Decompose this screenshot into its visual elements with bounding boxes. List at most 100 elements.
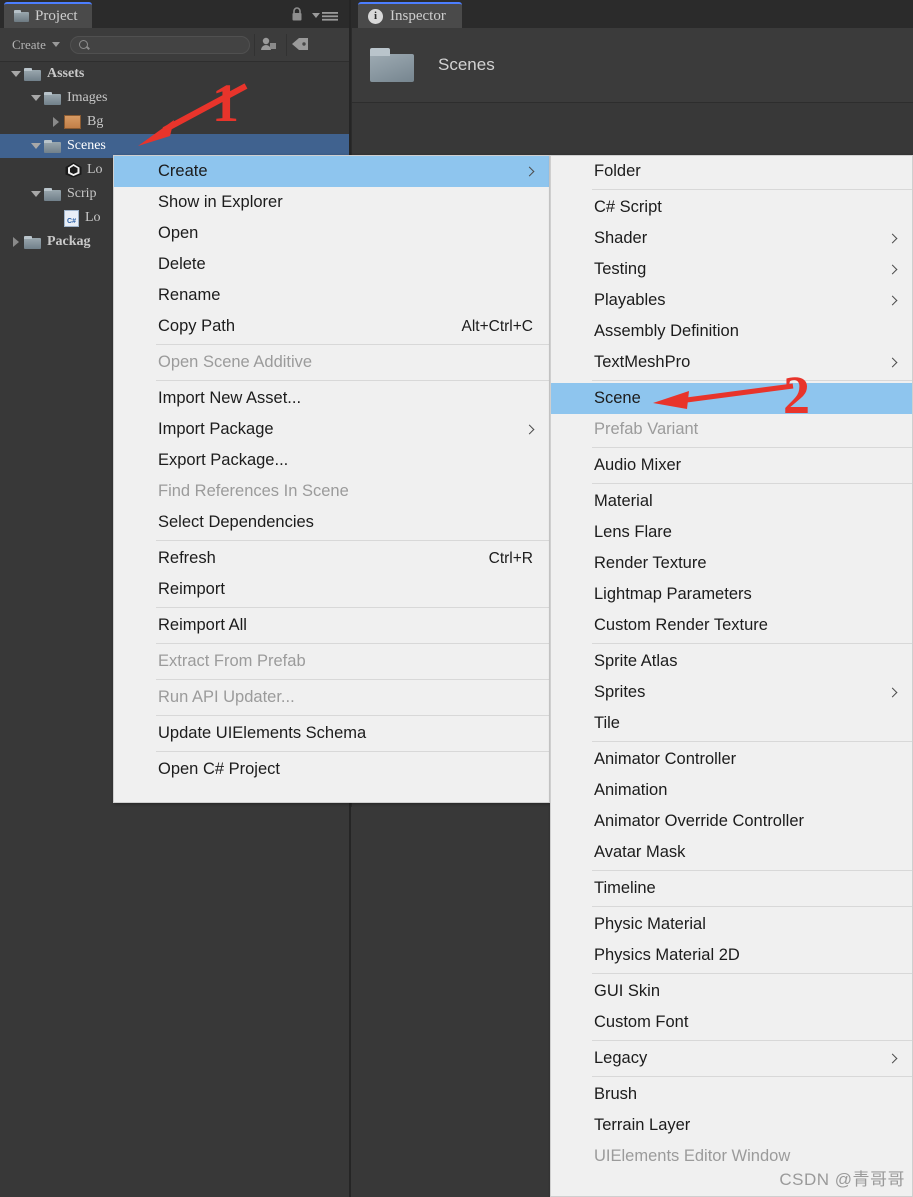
chevron-down-icon — [51, 42, 60, 47]
menu-separator — [592, 1076, 912, 1077]
inspector-asset-name: Scenes — [438, 55, 495, 74]
submenu-item-prefab-variant: Prefab Variant — [551, 414, 912, 445]
menu-item-rename[interactable]: Rename — [114, 280, 549, 311]
create-button[interactable]: Create — [12, 35, 60, 55]
lock-icon[interactable] — [290, 6, 304, 22]
tab-project[interactable]: Project — [4, 2, 92, 28]
submenu-item-c-script[interactable]: C# Script — [551, 192, 912, 223]
hamburger-menu-icon[interactable] — [312, 9, 340, 21]
create-submenu[interactable]: Folder C# Script Shader Testing Playables Ass… — [550, 155, 913, 1197]
menu-item-refresh[interactable]: Refresh Ctrl+R — [114, 543, 549, 574]
submenu-item-physic-material[interactable]: Physic Material — [551, 909, 912, 940]
submenu-item-folder[interactable]: Folder — [551, 156, 912, 187]
submenu-item-sprite-atlas[interactable]: Sprite Atlas — [551, 646, 912, 677]
chevron-down-icon[interactable] — [28, 191, 44, 197]
submenu-item-audio-mixer[interactable]: Audio Mixer — [551, 450, 912, 481]
menu-item-update-uielements-schema[interactable]: Update UIElements Schema — [114, 718, 549, 749]
folder-icon — [44, 91, 61, 105]
chevron-down-icon[interactable] — [28, 143, 44, 149]
chevron-right-icon — [887, 295, 898, 306]
search-input[interactable] — [92, 37, 249, 52]
submenu-item-scene[interactable]: Scene — [551, 383, 912, 414]
asset-context-menu[interactable]: Create Show in Explorer Open Delete Rename Co… — [113, 155, 550, 803]
menu-item-import-package[interactable]: Import Package — [114, 414, 549, 445]
asset-filter-icon[interactable] — [253, 33, 282, 56]
chevron-right-icon — [524, 166, 535, 177]
menu-item-label: Avatar Mask — [594, 843, 686, 861]
menu-item-delete[interactable]: Delete — [114, 249, 549, 280]
menu-item-label: Create — [158, 162, 208, 180]
submenu-item-custom-font[interactable]: Custom Font — [551, 1007, 912, 1038]
chevron-down-icon[interactable] — [8, 71, 24, 77]
menu-item-label: Show in Explorer — [158, 193, 283, 211]
submenu-item-gui-skin[interactable]: GUI Skin — [551, 976, 912, 1007]
submenu-item-material[interactable]: Material — [551, 486, 912, 517]
menu-item-label: Animator Controller — [594, 750, 737, 768]
menu-item-export-package[interactable]: Export Package... — [114, 445, 549, 476]
submenu-item-lens-flare[interactable]: Lens Flare — [551, 517, 912, 548]
submenu-item-brush[interactable]: Brush — [551, 1079, 912, 1110]
tab-inspector[interactable]: i Inspector — [358, 2, 462, 28]
submenu-item-assembly-definition[interactable]: Assembly Definition — [551, 316, 912, 347]
menu-item-label: GUI Skin — [594, 982, 661, 1000]
menu-item-label: Prefab Variant — [594, 420, 699, 438]
menu-item-label: Playables — [594, 291, 666, 309]
create-button-label: Create — [12, 36, 46, 52]
menu-item-label: Update UIElements Schema — [158, 724, 367, 742]
menu-separator — [156, 344, 549, 345]
tree-row-images[interactable]: Images — [0, 86, 350, 110]
submenu-item-testing[interactable]: Testing — [551, 254, 912, 285]
unity-scene-icon — [64, 162, 82, 178]
folder-icon — [44, 187, 61, 201]
chevron-right-icon — [887, 357, 898, 368]
submenu-item-shader[interactable]: Shader — [551, 223, 912, 254]
menu-separator — [592, 906, 912, 907]
chevron-right-icon[interactable] — [8, 237, 24, 247]
menu-item-label: Animator Override Controller — [594, 812, 804, 830]
menu-item-label: Open Scene Additive — [158, 353, 313, 371]
tag-icon[interactable] — [285, 33, 314, 56]
submenu-item-tile[interactable]: Tile — [551, 708, 912, 739]
submenu-item-textmeshpro[interactable]: TextMeshPro — [551, 347, 912, 378]
project-toolbar: Create — [0, 28, 350, 62]
tree-row-bg[interactable]: Bg — [0, 110, 350, 134]
submenu-item-playables[interactable]: Playables — [551, 285, 912, 316]
menu-item-label: Timeline — [594, 879, 656, 897]
menu-item-reimport-all[interactable]: Reimport All — [114, 610, 549, 641]
submenu-item-animation[interactable]: Animation — [551, 775, 912, 806]
menu-item-create[interactable]: Create — [114, 156, 549, 187]
menu-item-copy-path[interactable]: Copy Path Alt+Ctrl+C — [114, 311, 549, 342]
menu-item-label: Shader — [594, 229, 648, 247]
menu-item-run-api-updater: Run API Updater... — [114, 682, 549, 713]
menu-separator — [156, 540, 549, 541]
menu-item-label: Run API Updater... — [158, 688, 295, 706]
submenu-item-animator-controller[interactable]: Animator Controller — [551, 744, 912, 775]
submenu-item-physics-material-2d[interactable]: Physics Material 2D — [551, 940, 912, 971]
menu-item-label: Import New Asset... — [158, 389, 302, 407]
menu-item-label: Copy Path — [158, 317, 236, 335]
submenu-item-sprites[interactable]: Sprites — [551, 677, 912, 708]
menu-item-import-new-asset[interactable]: Import New Asset... — [114, 383, 549, 414]
chevron-right-icon[interactable] — [48, 117, 64, 127]
menu-item-label: Lens Flare — [594, 523, 672, 541]
menu-item-select-dependencies[interactable]: Select Dependencies — [114, 507, 549, 538]
submenu-item-render-texture[interactable]: Render Texture — [551, 548, 912, 579]
menu-item-open[interactable]: Open — [114, 218, 549, 249]
submenu-item-lightmap-parameters[interactable]: Lightmap Parameters — [551, 579, 912, 610]
submenu-item-timeline[interactable]: Timeline — [551, 873, 912, 904]
menu-item-label: Sprites — [594, 683, 646, 701]
submenu-item-animator-override-controller[interactable]: Animator Override Controller — [551, 806, 912, 837]
menu-item-show-in-explorer[interactable]: Show in Explorer — [114, 187, 549, 218]
menu-item-open-c-project[interactable]: Open C# Project — [114, 754, 549, 785]
search-field[interactable] — [69, 35, 250, 54]
submenu-item-custom-render-texture[interactable]: Custom Render Texture — [551, 610, 912, 641]
folder-icon — [24, 235, 41, 249]
chevron-down-icon[interactable] — [28, 95, 44, 101]
tree-row-assets[interactable]: Assets — [0, 62, 350, 86]
submenu-item-avatar-mask[interactable]: Avatar Mask — [551, 837, 912, 868]
menu-item-reimport[interactable]: Reimport — [114, 574, 549, 605]
submenu-item-legacy[interactable]: Legacy — [551, 1043, 912, 1074]
submenu-item-terrain-layer[interactable]: Terrain Layer — [551, 1110, 912, 1141]
menu-item-label: Legacy — [594, 1049, 648, 1067]
menu-separator — [592, 1040, 912, 1041]
